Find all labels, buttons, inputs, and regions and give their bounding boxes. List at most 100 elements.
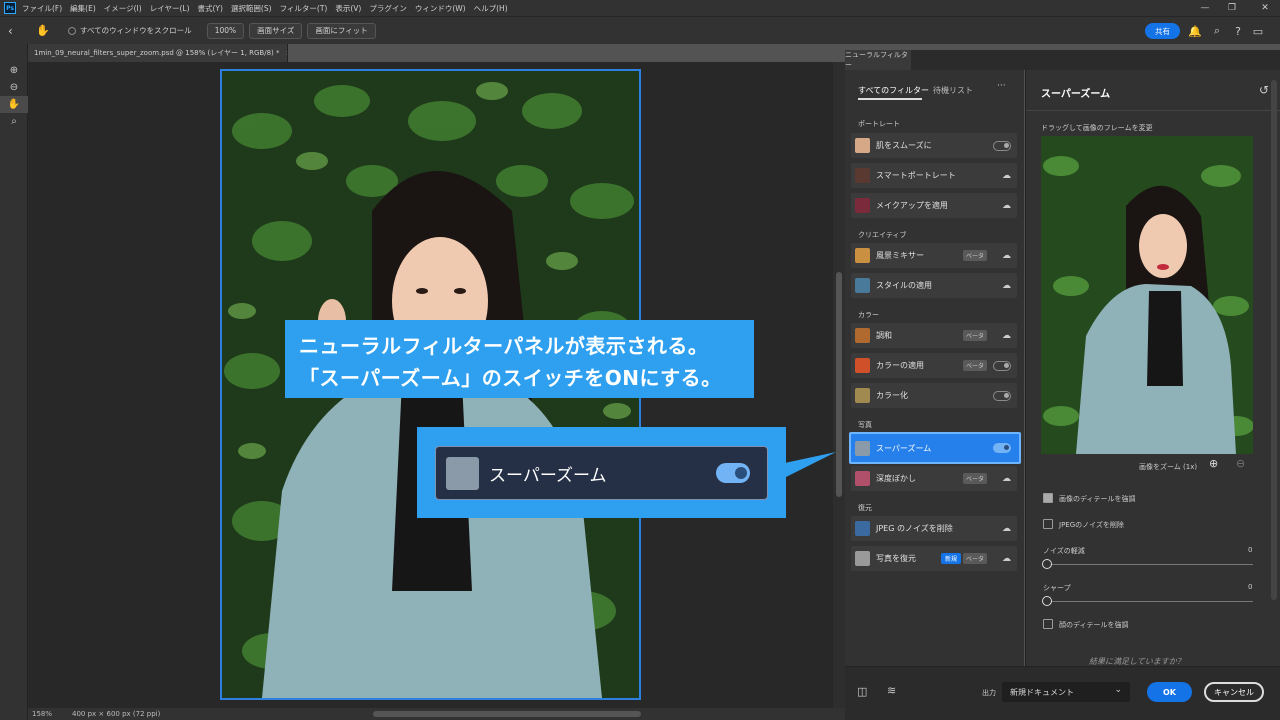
workspace-icon[interactable]: ▭ — [1250, 23, 1266, 39]
cloud-download-icon[interactable]: ☁ — [1002, 201, 1011, 211]
cloud-download-icon[interactable]: ☁ — [1002, 331, 1011, 341]
sharpen-slider-handle[interactable] — [1042, 596, 1052, 606]
zoom-in-icon[interactable]: ⊕ — [0, 62, 28, 79]
hand-tool-icon[interactable]: ✋ — [36, 24, 56, 37]
detail-scrollbar[interactable] — [1271, 80, 1277, 600]
bell-icon[interactable]: 🔔 — [1187, 23, 1203, 39]
super-zoom-thumb-icon — [855, 440, 870, 456]
noise-slider-track[interactable] — [1043, 564, 1253, 565]
tab-waitlist[interactable]: 待機リスト — [933, 85, 973, 96]
filter-item-depth-blur[interactable]: 深度ぼかし ベータ ☁ — [851, 466, 1017, 491]
menu-help[interactable]: ヘルプ(H) — [474, 3, 508, 14]
filter-item-jpeg-artifacts[interactable]: JPEG のノイズを削除 ☁ — [851, 516, 1017, 541]
zoomed-toggle — [716, 463, 750, 483]
super-zoom-toggle[interactable] — [993, 443, 1011, 453]
fill-screen-button[interactable]: 画面にフィット — [307, 22, 376, 39]
face-detail-checkbox[interactable] — [1043, 619, 1053, 629]
divider — [1026, 110, 1280, 111]
menu-layer[interactable]: レイヤー(L) — [150, 3, 190, 14]
zoom-out-button[interactable]: ⊖ — [1236, 457, 1245, 470]
options-bar: ‹ ✋ すべてのウィンドウをスクロール 100% 画面サイズ 画面にフィット 共… — [0, 16, 1280, 44]
scroll-all-checkbox[interactable] — [68, 26, 76, 35]
sharpen-slider-track[interactable] — [1043, 601, 1253, 602]
output-label: 出力 — [982, 689, 996, 697]
menu-plugins[interactable]: プラグイン — [369, 3, 407, 14]
search-icon[interactable]: ⌕ — [1209, 23, 1225, 39]
status-zoom[interactable]: 158% — [32, 710, 52, 718]
menu-view[interactable]: 表示(V) — [335, 3, 361, 14]
filter-item-super-zoom[interactable]: スーパーズーム — [849, 432, 1021, 464]
remove-jpeg-checkbox[interactable] — [1043, 519, 1053, 529]
photoshop-logo-icon[interactable]: Ps — [4, 2, 16, 14]
filter-item-photo-restore[interactable]: 写真を復元 新規 ベータ ☁ — [851, 546, 1017, 571]
menu-image[interactable]: イメージ(I) — [104, 3, 142, 14]
filter-label: 肌をスムーズに — [876, 141, 932, 150]
harmonize-thumb-icon — [855, 328, 870, 343]
minimize-icon[interactable]: — — [1192, 0, 1218, 16]
compare-icon[interactable]: ◫ — [857, 685, 867, 698]
cancel-button[interactable]: キャンセル — [1204, 682, 1264, 702]
callout-pointer-icon — [780, 452, 836, 480]
preview-image[interactable] — [1041, 136, 1253, 454]
menu-select[interactable]: 選択範囲(S) — [231, 3, 272, 14]
panel-title-tab[interactable]: ニューラルフィルター — [845, 50, 911, 70]
color-transfer-toggle[interactable] — [993, 360, 1011, 371]
filter-label: カラー化 — [876, 391, 908, 400]
cloud-download-icon[interactable]: ☁ — [1002, 171, 1011, 181]
share-button[interactable]: 共有 — [1145, 23, 1180, 39]
ok-button[interactable]: OK — [1147, 682, 1192, 702]
filter-list-panel: すべてのフィルター 待機リスト ··· ポートレート 肌をスムーズに スマートポ… — [845, 70, 1024, 666]
filter-item-smart-portrait[interactable]: スマートポートレート ☁ — [851, 163, 1017, 188]
layers-icon[interactable]: ≋ — [887, 684, 896, 697]
back-icon[interactable]: ‹ — [8, 24, 28, 38]
hand-icon[interactable]: ✋ — [0, 96, 28, 113]
filter-item-makeup[interactable]: メイクアップを適用 ☁ — [851, 193, 1017, 218]
menu-file[interactable]: ファイル(F) — [22, 3, 62, 14]
chevron-down-icon: ⌄ — [1114, 685, 1122, 695]
category-portrait: ポートレート — [858, 120, 900, 128]
zoom-out-icon[interactable]: ⊖ — [0, 79, 28, 96]
filter-label: JPEG のノイズを削除 — [876, 524, 953, 533]
document-tab[interactable]: 1min_09_neural_filters_super_zoom.psd @ … — [28, 44, 288, 62]
filter-item-colorize[interactable]: カラー化 — [851, 383, 1017, 408]
enhance-detail-checkbox[interactable] — [1043, 493, 1053, 503]
smooth-skin-toggle[interactable] — [993, 140, 1011, 151]
menu-type[interactable]: 書式(Y) — [198, 3, 223, 14]
noise-value: 0 — [1248, 546, 1253, 554]
jpeg-thumb-icon — [855, 521, 870, 536]
noise-label: ノイズの軽減 — [1043, 547, 1085, 555]
magnifier-icon[interactable]: ⌕ — [0, 113, 28, 130]
output-dropdown[interactable]: 新規ドキュメント ⌄ — [1002, 682, 1130, 702]
cloud-download-icon[interactable]: ☁ — [1002, 251, 1011, 261]
tab-all-filters[interactable]: すべてのフィルター — [858, 85, 929, 96]
cloud-download-icon[interactable]: ☁ — [1002, 554, 1011, 564]
maximize-icon[interactable]: ❐ — [1219, 0, 1245, 16]
canvas-horizontal-scrollbar[interactable] — [373, 711, 641, 717]
canvas-vertical-scrollbar[interactable] — [833, 62, 845, 708]
reset-icon[interactable]: ↺ — [1259, 83, 1269, 97]
status-info: 400 px × 600 px (72 ppi) — [72, 710, 161, 718]
zoom-100-button[interactable]: 100% — [206, 22, 245, 39]
filter-item-color-transfer[interactable]: カラーの適用 ベータ — [851, 353, 1017, 378]
cloud-download-icon[interactable]: ☁ — [1002, 474, 1011, 484]
enhance-detail-label: 画像のディテールを強調 — [1059, 495, 1136, 503]
help-icon[interactable]: ? — [1230, 23, 1246, 39]
more-options-icon[interactable]: ··· — [997, 81, 1006, 91]
filter-label: メイクアップを適用 — [876, 201, 948, 210]
filter-item-landscape-mixer[interactable]: 風景ミキサー ベータ ☁ — [851, 243, 1017, 268]
colorize-toggle[interactable] — [993, 390, 1011, 401]
filter-label: 風景ミキサー — [876, 251, 924, 260]
cloud-download-icon[interactable]: ☁ — [1002, 524, 1011, 534]
cloud-download-icon[interactable]: ☁ — [1002, 281, 1011, 291]
menu-edit[interactable]: 編集(E) — [70, 3, 96, 14]
tab-close-icon[interactable]: × — [286, 49, 287, 57]
menu-window[interactable]: ウィンドウ(W) — [415, 3, 466, 14]
filter-item-harmonize[interactable]: 調和 ベータ ☁ — [851, 323, 1017, 348]
menu-filter[interactable]: フィルター(T) — [280, 3, 328, 14]
noise-slider-handle[interactable] — [1042, 559, 1052, 569]
filter-item-style-transfer[interactable]: スタイルの適用 ☁ — [851, 273, 1017, 298]
filter-item-smooth-skin[interactable]: 肌をスムーズに — [851, 133, 1017, 158]
close-icon[interactable]: ✕ — [1252, 0, 1278, 16]
fit-screen-button[interactable]: 画面サイズ — [249, 22, 303, 39]
zoom-in-button[interactable]: ⊕ — [1209, 457, 1218, 470]
